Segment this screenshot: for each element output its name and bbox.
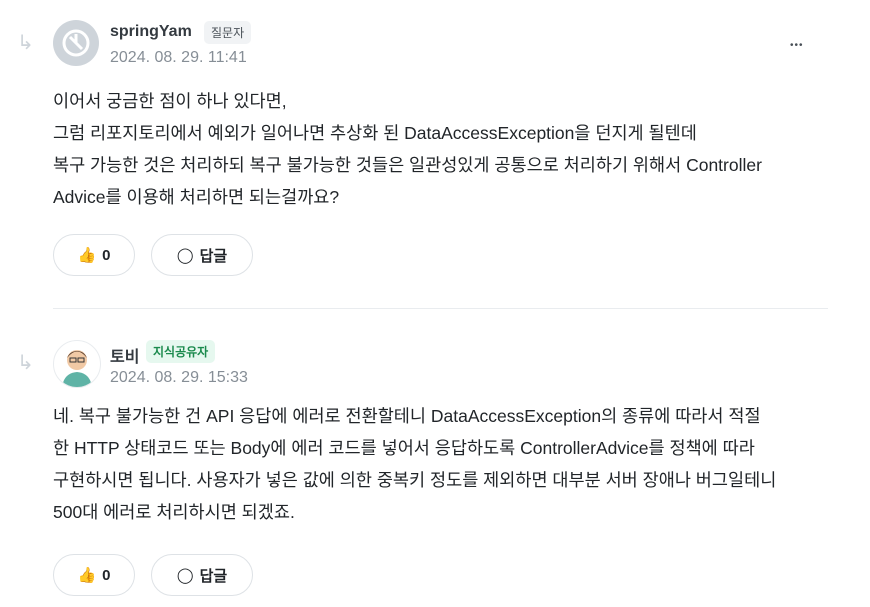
reply-arrow-icon: ↳ bbox=[17, 352, 34, 374]
text-line: Advice를 이용해 처리하면 되는걸까요? bbox=[53, 187, 340, 207]
role-badge: 지식공유자 bbox=[146, 340, 216, 363]
comment-body: 이어서 궁금한 점이 하나 있다면, 그럼 리포지토리에서 예외가 일어나면 추… bbox=[53, 85, 843, 213]
thumbs-up-icon: 👍 bbox=[77, 567, 97, 584]
author-name[interactable]: springYam bbox=[110, 23, 192, 41]
comment-body: 네. 복구 불가능한 건 API 응답에 에러로 전환할테니 DataAcces… bbox=[53, 400, 843, 528]
avatar bbox=[53, 340, 101, 388]
role-badge: 질문자 bbox=[204, 21, 252, 44]
text-line: 한 HTTP 상태코드 또는 Body에 에러 코드를 넣어서 응답하도록 Co… bbox=[53, 438, 755, 458]
thumbs-up-icon: 👍 bbox=[77, 247, 97, 264]
comment-date: 2024. 08. 29. 11:41 bbox=[110, 49, 247, 66]
speech-bubble-icon: ◯ bbox=[176, 567, 194, 584]
speech-bubble-icon: ◯ bbox=[176, 247, 194, 264]
text-line: 구현하시면 됩니다. 사용자가 넣은 값에 의한 중복키 정도를 제외하면 대부… bbox=[53, 470, 777, 490]
reply-label: 답글 bbox=[199, 567, 228, 585]
reply-arrow-icon: ↳ bbox=[17, 32, 34, 54]
divider bbox=[53, 308, 828, 309]
text-line: 500대 에러로 처리하시면 되겠죠. bbox=[53, 502, 295, 522]
like-button[interactable]: 👍 0 bbox=[53, 554, 135, 596]
author-name[interactable]: 토비 bbox=[110, 343, 139, 367]
reply-button[interactable]: ◯ 답글 bbox=[151, 554, 253, 596]
text-line: 네. 복구 불가능한 건 API 응답에 에러로 전환할테니 DataAcces… bbox=[53, 406, 761, 426]
like-count: 0 bbox=[102, 246, 111, 264]
more-options-icon[interactable]: ••• bbox=[790, 40, 804, 51]
comment-date: 2024. 08. 29. 15:33 bbox=[110, 369, 248, 386]
reply-button[interactable]: ◯ 답글 bbox=[151, 234, 253, 276]
like-count: 0 bbox=[102, 566, 111, 584]
text-line: 이어서 궁금한 점이 하나 있다면, bbox=[53, 91, 287, 111]
reply-label: 답글 bbox=[199, 247, 228, 265]
text-line: 복구 가능한 것은 처리하되 복구 불가능한 것들은 일관성있게 공통으로 처리… bbox=[53, 155, 762, 175]
avatar bbox=[53, 20, 99, 66]
text-line: 그럼 리포지토리에서 예외가 일어나면 추상화 된 DataAccessExce… bbox=[53, 123, 697, 143]
like-button[interactable]: 👍 0 bbox=[53, 234, 135, 276]
